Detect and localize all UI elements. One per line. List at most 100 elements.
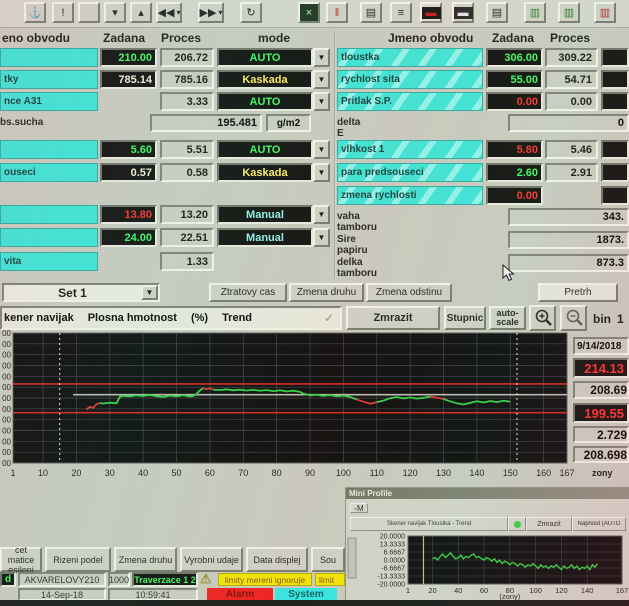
fast-forward-icon[interactable]: ▶▶▾: [198, 2, 224, 23]
setpoint-box[interactable]: 2.60: [486, 163, 543, 182]
loop-label-field[interactable]: vlhkost 1: [337, 140, 483, 159]
loop-label-field[interactable]: para predsouseci: [337, 163, 483, 182]
ztratovy-cas-button[interactable]: Ztratovy cas: [209, 283, 287, 302]
mode-dropdown-arrow-icon[interactable]: ▼: [313, 140, 330, 159]
zmena-druhu-button[interactable]: Zmena druhu: [289, 283, 364, 302]
setpoint-box[interactable]: 13.80: [100, 205, 157, 224]
checklist-icon[interactable]: ≡: [390, 2, 412, 23]
mode-select[interactable]: [601, 48, 629, 67]
recipe-name-box: AKVARELOVY210: [18, 572, 106, 587]
mode-dropdown-arrow-icon[interactable]: ▼: [313, 205, 330, 224]
caret-down-icon[interactable]: ▾: [218, 8, 222, 17]
caret-down-icon[interactable]: ▾: [176, 8, 180, 17]
setpoint-box[interactable]: 5.60: [100, 140, 157, 159]
loop-label-field[interactable]: vita: [0, 252, 98, 271]
main-trend-chart[interactable]: 0000000000000000000000000011020304050607…: [0, 330, 575, 480]
loop-label-field[interactable]: rychlost sita: [337, 70, 483, 89]
limit-low-box: 199.55: [573, 403, 629, 423]
mode-select[interactable]: [601, 140, 629, 159]
led-display-icon[interactable]: ▬: [420, 2, 442, 23]
panel-divider: [334, 30, 336, 278]
mode-select[interactable]: [601, 92, 629, 111]
mode-select[interactable]: [601, 186, 629, 205]
mini-window-minimize-icon[interactable]: -M: [350, 503, 368, 513]
mini-window-titlebar[interactable]: Mini Profile: [346, 488, 629, 499]
loop-label-field[interactable]: ouseci: [0, 163, 98, 182]
mode-select[interactable]: Kaskada: [217, 70, 313, 89]
scope-display-icon[interactable]: ▬: [452, 2, 474, 23]
loop-label-field[interactable]: zmena rychlosti: [337, 186, 483, 205]
mode-dropdown-arrow-icon[interactable]: ▼: [313, 163, 330, 182]
mini-profile-window[interactable]: Mini Profile -M Skener navijak Tloustka …: [345, 487, 629, 602]
loop-label-field[interactable]: tky: [0, 70, 98, 89]
mode-select[interactable]: Kaskada: [217, 163, 313, 182]
zmena-odstinu-button[interactable]: Zmena odstinu: [366, 283, 452, 302]
mode-select[interactable]: Manual: [217, 228, 313, 247]
loop-label-field[interactable]: Pritlak S.P.: [337, 92, 483, 111]
loop-label-field[interactable]: [0, 48, 98, 67]
blank-icon[interactable]: [78, 2, 100, 23]
exclamation-icon[interactable]: !: [52, 2, 74, 23]
setpoint-box[interactable]: 210.00: [100, 48, 157, 67]
setpoint-box[interactable]: 785.14: [100, 70, 157, 89]
setpoint-box[interactable]: 5.80: [486, 140, 543, 159]
device-cabinet-icon[interactable]: ▥: [558, 2, 580, 23]
loop-label-field[interactable]: [0, 228, 98, 247]
setpoint-box[interactable]: 306.00: [486, 48, 543, 67]
mode-dropdown-arrow-icon[interactable]: ▼: [313, 92, 330, 111]
anchor-icon[interactable]: ⚓: [24, 2, 46, 23]
loop-label-field[interactable]: [0, 205, 98, 224]
vyrobni-udaje-button[interactable]: Vyrobni udaje: [180, 547, 243, 572]
mode-select[interactable]: [601, 70, 629, 89]
setpoint-box[interactable]: 0.57: [100, 163, 157, 182]
dropdown-arrow-icon[interactable]: ▾: [104, 2, 126, 23]
mode-select[interactable]: AUTO: [217, 140, 313, 159]
fast-back-icon[interactable]: ◀◀▾: [156, 2, 182, 23]
loop-label-field[interactable]: [0, 140, 98, 159]
mode-value: AUTO: [250, 52, 281, 64]
up-arrow-icon[interactable]: ▴: [130, 2, 152, 23]
matrix-dark-icon[interactable]: ×: [298, 2, 320, 23]
loop-label-field[interactable]: nce A31: [0, 92, 98, 111]
plotter-icon[interactable]: ▤: [486, 2, 508, 23]
setpoint-box[interactable]: 55.00: [486, 70, 543, 89]
matrix-recalc-button[interactable]: cet matice esileni: [0, 547, 42, 572]
zmrazit-button[interactable]: Zmrazit: [346, 306, 440, 330]
mode-select[interactable]: Manual: [217, 205, 313, 224]
mini-napnout-button[interactable]: Napnout (AUTO: [572, 517, 626, 531]
soubory-button[interactable]: Sou: [311, 547, 345, 572]
setpoint-box[interactable]: 0.00: [486, 186, 543, 205]
mini-zmrazit-button[interactable]: Zmrazit: [526, 517, 572, 531]
pretrh-button[interactable]: Pretrh: [538, 283, 618, 302]
setpoint-box[interactable]: 0.00: [486, 92, 543, 111]
zmena-druhu-bottom-button[interactable]: Zmena druhu: [114, 547, 177, 572]
zoom-out-button[interactable]: [560, 305, 587, 331]
zoom-in-button[interactable]: [529, 305, 556, 331]
refresh-icon[interactable]: ↻: [240, 2, 262, 23]
svg-text:167: 167: [559, 468, 574, 478]
data-displej-button[interactable]: Data displej: [246, 547, 308, 572]
stupnic-button[interactable]: Stupnic: [444, 306, 486, 330]
mode-select[interactable]: AUTO: [217, 92, 313, 111]
autoscale-button[interactable]: auto- scale: [489, 306, 526, 330]
led-display-icon-glyph: ▬: [422, 7, 441, 19]
loop-label-field[interactable]: tloustka: [337, 48, 483, 67]
setpoint-value: 2.60: [488, 167, 541, 179]
mode-select[interactable]: [601, 163, 629, 182]
bin-value[interactable]: 1: [617, 312, 624, 326]
mode-dropdown-arrow-icon[interactable]: ▼: [313, 70, 330, 89]
device-red-icon[interactable]: ▥: [594, 2, 616, 23]
mode-dropdown-arrow-icon[interactable]: ▼: [313, 48, 330, 67]
set-select-arrow-icon[interactable]: ▼: [141, 285, 158, 300]
device-green-icon[interactable]: ▥: [524, 2, 546, 23]
setpoint-box[interactable]: 24.00: [100, 228, 157, 247]
set-select[interactable]: Set 1 ▼: [2, 283, 160, 302]
rizeni-podel-button[interactable]: Rizeni podel: [45, 547, 111, 572]
printer-icon[interactable]: ▤: [360, 2, 382, 23]
mode-dropdown-arrow-icon[interactable]: ▼: [313, 228, 330, 247]
mode-select[interactable]: AUTO: [217, 48, 313, 67]
mini-trend-chart[interactable]: 20.000013.33336.66670.0000-6.6667-13.333…: [346, 532, 629, 600]
svg-text:00: 00: [2, 405, 11, 414]
bars-icon[interactable]: ‖: [326, 2, 348, 23]
trend-date-box: 9/14/2018: [573, 337, 629, 355]
